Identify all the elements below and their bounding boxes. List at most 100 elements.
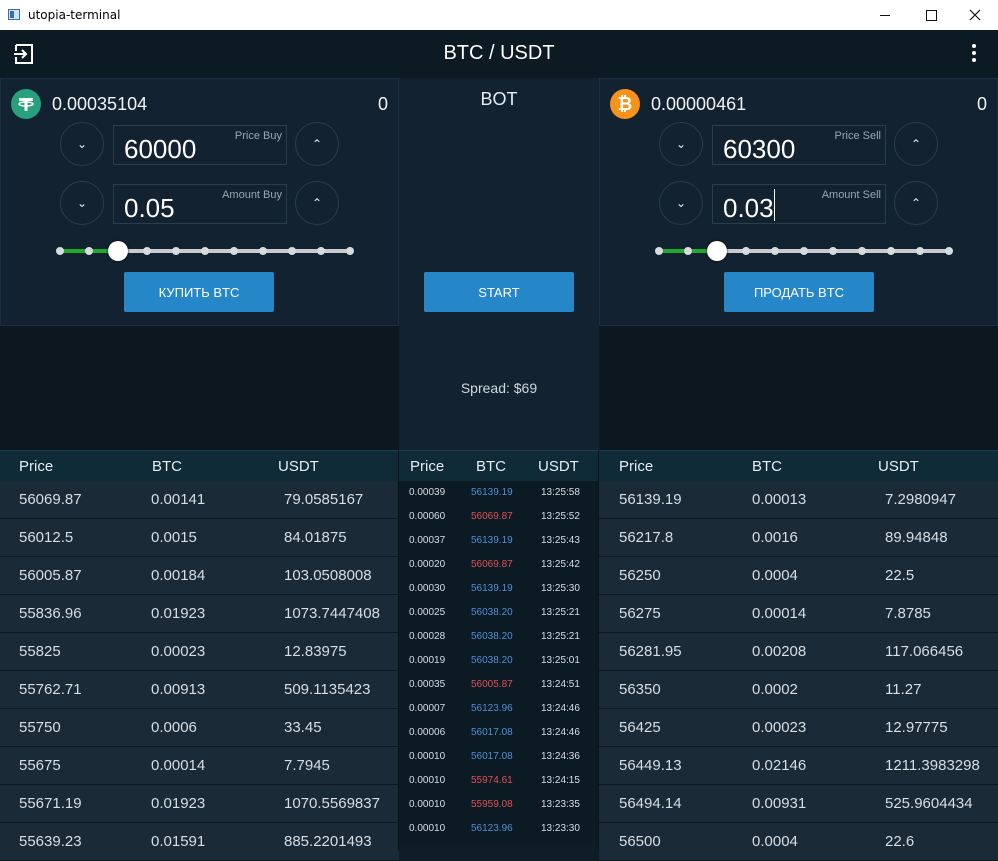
buy-amount-label: Amount Buy: [222, 189, 282, 201]
minimize-button[interactable]: [862, 0, 908, 30]
trade-price: 56139.19: [471, 583, 513, 594]
table-row[interactable]: 56449.13 0.02146 1211.3983298: [599, 747, 998, 785]
sell-amount-increase-button[interactable]: ⌃: [894, 181, 938, 225]
trade-price: 56038.20: [471, 607, 513, 618]
trade-time: 13:24:46: [541, 727, 580, 738]
buy-amount-decrease-button[interactable]: ⌄: [60, 181, 104, 225]
price-cell: 55750: [19, 719, 61, 736]
buy-price-increase-button[interactable]: ⌃: [295, 122, 339, 166]
trades-header: Price BTC USDT: [399, 450, 599, 481]
slider-tick[interactable]: [201, 247, 209, 255]
price-cell: 55639.23: [19, 833, 82, 850]
sell-price-decrease-button[interactable]: ⌄: [659, 122, 703, 166]
trade-time: 13:25:21: [541, 607, 580, 618]
slider-tick[interactable]: [771, 247, 779, 255]
sell-amount-field[interactable]: Amount Sell 0.03: [712, 184, 886, 224]
slider-tick[interactable]: [916, 247, 924, 255]
trade-row: 0.00010 56123.96 13:23:30: [399, 817, 599, 841]
buy-amount-slider[interactable]: [56, 241, 354, 261]
slider-tick[interactable]: [143, 247, 151, 255]
buy-amount-field[interactable]: Amount Buy 0.05: [113, 184, 287, 224]
buy-price-field[interactable]: Price Buy 60000: [113, 125, 287, 165]
table-row[interactable]: 56139.19 0.00013 7.2980947: [599, 481, 998, 519]
table-row[interactable]: 56217.8 0.0016 89.94848: [599, 519, 998, 557]
table-row[interactable]: 56494.14 0.00931 525.9604434: [599, 785, 998, 823]
start-bot-button[interactable]: START: [424, 272, 574, 312]
table-row[interactable]: 56250 0.0004 22.5: [599, 557, 998, 595]
sell-balance: 0.00000461: [651, 94, 747, 114]
more-menu-button[interactable]: [966, 44, 982, 66]
table-row[interactable]: 55836.96 0.01923 1073.7447408: [0, 595, 399, 633]
sell-panel: ₿ 0.00000461 0 ⌄ Price Sell 60300 ⌃ ⌄ Am…: [599, 78, 998, 326]
bot-title: BOT: [480, 89, 518, 109]
btc-cell: 0.00208: [752, 643, 807, 660]
trade-row: 0.00006 56017.08 13:24:46: [399, 721, 599, 745]
table-row[interactable]: 55675 0.00014 7.7945: [0, 747, 399, 785]
slider-tick[interactable]: [800, 247, 808, 255]
btc-cell: 0.0016: [752, 529, 798, 546]
table-row[interactable]: 56425 0.00023 12.97775: [599, 709, 998, 747]
price-cell: 56250: [619, 567, 661, 584]
table-row[interactable]: 55825 0.00023 12.83975: [0, 633, 399, 671]
sell-price-field[interactable]: Price Sell 60300: [712, 125, 886, 165]
trade-time: 13:24:46: [541, 703, 580, 714]
slider-tick[interactable]: [288, 247, 296, 255]
trades-col-price: Price: [410, 458, 445, 475]
slider-tick[interactable]: [172, 247, 180, 255]
slider-tick[interactable]: [858, 247, 866, 255]
spread-label: Spread: $69: [460, 380, 538, 396]
table-row[interactable]: 56500 0.0004 22.6: [599, 823, 998, 861]
slider-tick[interactable]: [945, 247, 953, 255]
trade-time: 13:25:01: [541, 655, 580, 666]
usdt-cell: 103.0508008: [284, 567, 372, 584]
slider-tick[interactable]: [230, 247, 238, 255]
chevron-up-icon: ⌃: [311, 196, 323, 210]
buy-balance: 0.00035104: [52, 94, 148, 114]
table-row[interactable]: 55671.19 0.01923 1070.5569837: [0, 785, 399, 823]
buy-price-label: Price Buy: [234, 130, 282, 142]
table-row[interactable]: 55639.23 0.01591 885.2201493: [0, 823, 399, 861]
slider-tick[interactable]: [887, 247, 895, 255]
buy-price-decrease-button[interactable]: ⌄: [60, 122, 104, 166]
trade-price: 56038.20: [471, 655, 513, 666]
table-row[interactable]: 56069.87 0.00141 79.0585167: [0, 481, 399, 519]
table-row[interactable]: 56281.95 0.00208 117.066456: [599, 633, 998, 671]
trade-qty: 0.00037: [409, 535, 446, 546]
trade-row: 0.00010 55974.61 13:24:15: [399, 769, 599, 793]
slider-tick[interactable]: [655, 247, 663, 255]
sell-price-increase-button[interactable]: ⌃: [894, 122, 938, 166]
sell-amount-slider[interactable]: [655, 241, 953, 261]
trade-row: 0.00028 56038.20 13:25:21: [399, 625, 599, 649]
table-row[interactable]: 56350 0.0002 11.27: [599, 671, 998, 709]
table-row[interactable]: 56012.5 0.0015 84.01875: [0, 519, 399, 557]
slider-tick[interactable]: [829, 247, 837, 255]
slider-tick[interactable]: [346, 247, 354, 255]
slider-tick[interactable]: [85, 247, 93, 255]
slider-tick[interactable]: [259, 247, 267, 255]
table-row[interactable]: 55750 0.0006 33.45: [0, 709, 399, 747]
table-row[interactable]: 56005.87 0.00184 103.0508008: [0, 557, 399, 595]
price-cell: 55825: [19, 643, 61, 660]
buy-amount-increase-button[interactable]: ⌃: [295, 181, 339, 225]
trade-qty: 0.00006: [409, 727, 446, 738]
slider-tick[interactable]: [742, 247, 750, 255]
slider-thumb[interactable]: [707, 241, 727, 261]
close-button[interactable]: [952, 0, 998, 30]
table-row[interactable]: 55762.71 0.00913 509.1135423: [0, 671, 399, 709]
trade-price: 56139.19: [471, 535, 513, 546]
btc-icon: ₿: [610, 89, 640, 119]
trade-qty: 0.00030: [409, 583, 446, 594]
trade-row: 0.00010 56017.08 13:24:36: [399, 745, 599, 769]
sell-amount-decrease-button[interactable]: ⌄: [659, 181, 703, 225]
maximize-button[interactable]: [908, 0, 954, 30]
sell-button[interactable]: ПРОДАТЬ BTC: [724, 272, 874, 312]
usdt-cell: 1073.7447408: [284, 605, 380, 622]
slider-tick[interactable]: [684, 247, 692, 255]
bids-header: Price BTC USDT: [0, 450, 399, 481]
table-row[interactable]: 56275 0.00014 7.8785: [599, 595, 998, 633]
slider-thumb[interactable]: [108, 241, 128, 261]
slider-tick[interactable]: [56, 247, 64, 255]
buy-button[interactable]: КУПИТЬ BTC: [124, 272, 274, 312]
slider-tick[interactable]: [317, 247, 325, 255]
buy-count: 0: [377, 94, 388, 114]
